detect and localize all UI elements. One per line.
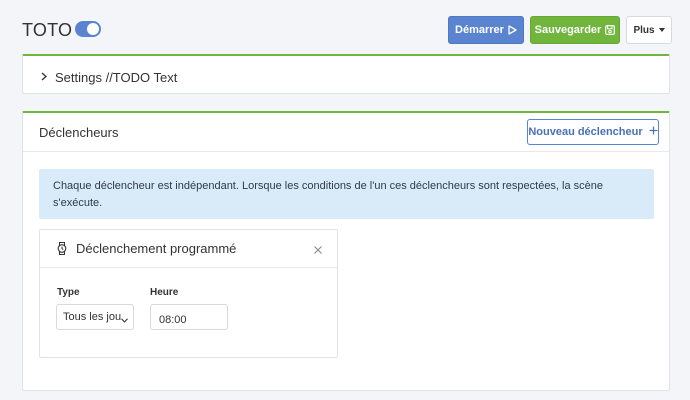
select-chevron-icon — [121, 314, 128, 326]
triggers-card: Déclencheurs Nouveau déclencheur Chaque … — [22, 111, 670, 391]
hour-input[interactable] — [150, 304, 228, 330]
start-button-label: Démarrer — [455, 24, 504, 36]
new-trigger-button[interactable]: Nouveau déclencheur — [527, 119, 659, 145]
type-select[interactable]: Tous les jours — [56, 304, 134, 330]
triggers-title: Déclencheurs — [39, 125, 119, 140]
more-button-label: Plus — [633, 24, 655, 36]
trigger-item-header: Déclenchement programmé — [40, 230, 337, 268]
more-button[interactable]: Plus — [626, 16, 672, 44]
triggers-header: Déclencheurs Nouveau déclencheur — [23, 113, 669, 152]
chevron-right-icon — [41, 68, 47, 86]
plus-icon — [649, 126, 658, 138]
settings-toggle-row[interactable]: Settings //TODO Text — [41, 68, 177, 86]
scene-title: TOTO — [22, 20, 73, 40]
scene-active-toggle[interactable] — [75, 21, 101, 37]
play-icon — [508, 25, 517, 35]
hour-label: Heure — [150, 287, 179, 298]
settings-label: Settings //TODO Text — [55, 69, 178, 85]
new-trigger-label: Nouveau déclencheur — [528, 126, 643, 138]
settings-card: Settings //TODO Text — [22, 54, 670, 94]
type-label: Type — [57, 287, 80, 298]
save-button[interactable]: Sauvegarder — [530, 16, 620, 44]
trigger-item: Déclenchement programmé Type Heure Tous … — [39, 229, 338, 358]
start-button[interactable]: Démarrer — [448, 16, 524, 44]
triggers-info-alert: Chaque déclencheur est indépendant. Lors… — [39, 169, 654, 219]
close-icon[interactable] — [313, 242, 325, 254]
toggle-knob — [87, 23, 99, 35]
type-select-value: Tous les jours — [63, 311, 121, 323]
save-button-label: Sauvegarder — [534, 24, 602, 36]
scene-header: TOTO Démarrer Sauvegarder Plus — [0, 0, 690, 60]
caret-down-icon — [658, 28, 665, 32]
watch-icon — [57, 242, 67, 260]
trigger-item-name: Déclenchement programmé — [76, 241, 237, 256]
save-icon — [605, 25, 616, 35]
